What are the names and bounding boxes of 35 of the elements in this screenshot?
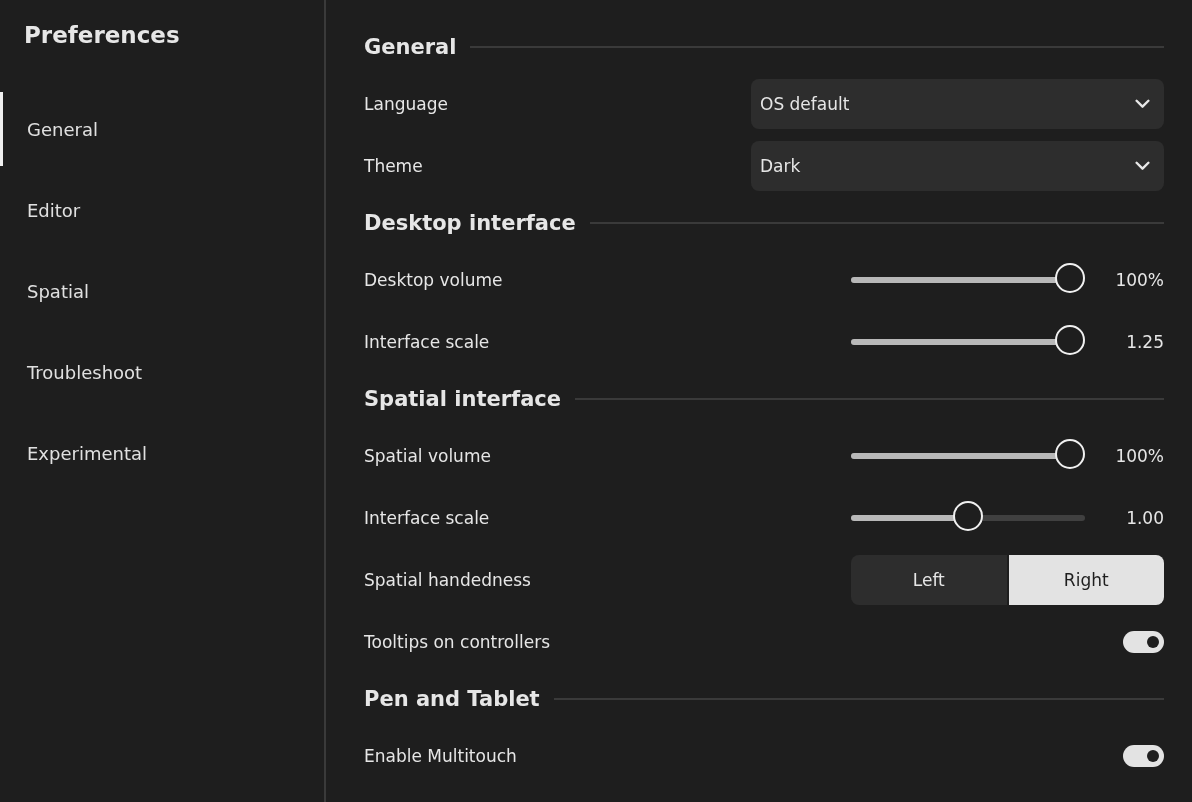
slider-thumb[interactable]	[1055, 263, 1085, 293]
setting-label: Tooltips on controllers	[364, 632, 550, 652]
setting-label: Enable Multitouch	[364, 746, 517, 766]
sidebar-title: Preferences	[23, 22, 181, 50]
sidebar-item[interactable]: Experimental	[0, 416, 324, 490]
toggle-switch[interactable]	[1123, 631, 1164, 653]
sidebar-item[interactable]: Troubleshoot	[0, 335, 324, 409]
slider-value: 1.00	[1125, 508, 1164, 528]
chevron-down-icon	[1135, 161, 1150, 171]
segment-button[interactable]: Right	[1008, 555, 1164, 605]
sidebar-item[interactable]: Editor	[0, 173, 324, 247]
slider-thumb[interactable]	[1055, 439, 1085, 469]
section-heading: Spatial interface	[364, 387, 562, 411]
section-heading: General	[364, 35, 457, 59]
sidebar-item[interactable]: General	[0, 92, 324, 166]
setting-label: Spatial volume	[364, 446, 491, 466]
setting-label: Desktop volume	[364, 270, 503, 290]
slider-thumb[interactable]	[953, 501, 983, 531]
slider-thumb[interactable]	[1055, 325, 1085, 355]
setting-label: Interface scale	[364, 332, 490, 352]
slider-value: 100%	[1114, 270, 1164, 290]
setting-label: Spatial handedness	[364, 570, 531, 590]
slider-value: 1.25	[1125, 332, 1164, 352]
toggle-switch[interactable]	[1123, 745, 1164, 767]
section-heading: Pen and Tablet	[364, 687, 540, 711]
section-heading: Desktop interface	[364, 211, 576, 235]
segment-button[interactable]: Left	[851, 555, 1007, 605]
sidebar-item[interactable]: Spatial	[0, 254, 324, 328]
setting-label: Theme	[364, 156, 423, 176]
slider-value: 100%	[1114, 446, 1164, 466]
chevron-down-icon	[1135, 99, 1150, 109]
setting-label: Interface scale	[364, 508, 490, 528]
setting-label: Language	[364, 94, 448, 114]
dropdown[interactable]: Dark	[751, 141, 1164, 191]
dropdown[interactable]: OS default	[751, 79, 1164, 129]
